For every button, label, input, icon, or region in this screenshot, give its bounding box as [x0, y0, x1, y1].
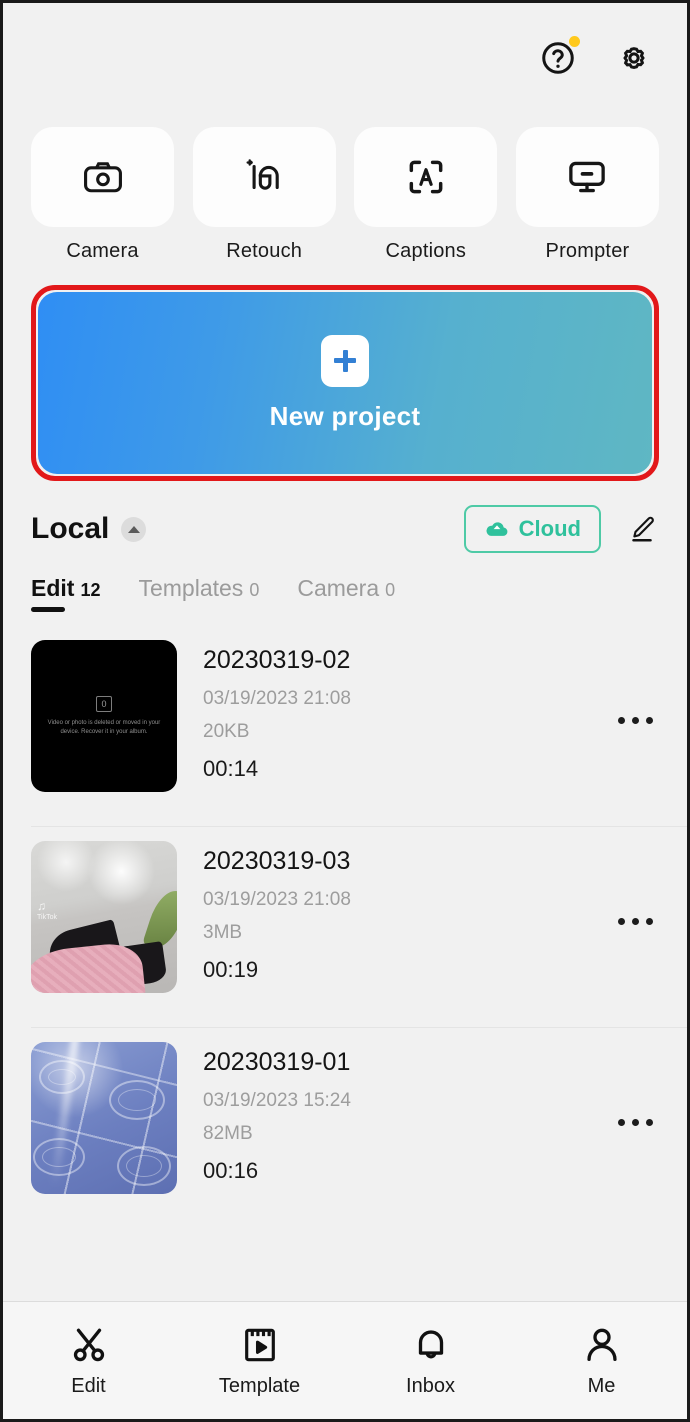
nav-item-edit[interactable]: Edit: [29, 1324, 149, 1398]
tab-templates[interactable]: Templates 0: [138, 575, 259, 616]
project-meta: 20230319-02 03/19/2023 21:08 20KB 00:14: [177, 640, 607, 782]
missing-media-message: Video or photo is deleted or moved in yo…: [47, 719, 161, 735]
thumbnail-medallion: [39, 1060, 85, 1094]
table-row[interactable]: ♫ TikTok 20230319-03 03/19/2023 21:08 3M…: [3, 827, 687, 1027]
cloud-button-label: Cloud: [518, 516, 581, 541]
project-thumbnail[interactable]: 0 Video or photo is deleted or moved in …: [31, 640, 177, 792]
prompter-icon: [569, 161, 606, 193]
nav-item-inbox-label: Inbox: [406, 1374, 455, 1397]
project-duration: 00:19: [203, 957, 259, 982]
project-thumbnail[interactable]: [31, 1042, 177, 1194]
person-icon: [586, 1328, 617, 1361]
project-list[interactable]: 0 Video or photo is deleted or moved in …: [3, 616, 687, 1301]
retouch-icon: [246, 159, 279, 190]
project-size: 3MB: [203, 922, 243, 943]
tab-templates-count: 0: [249, 580, 260, 600]
quick-action-retouch-tile[interactable]: [192, 127, 336, 227]
library-header: Local Cloud: [3, 481, 687, 553]
library-collapse-button[interactable]: [121, 516, 147, 542]
tab-edit-count: 12: [80, 580, 101, 600]
new-project-label: New project: [269, 400, 421, 431]
nav-item-template-label: Template: [218, 1374, 301, 1397]
settings-button[interactable]: [611, 35, 657, 81]
quick-action-captions-label: Captions: [385, 240, 467, 262]
quick-action-captions-tile[interactable]: [354, 127, 498, 227]
help-notification-badge: [569, 36, 580, 47]
quick-action-camera[interactable]: Camera: [31, 127, 174, 263]
music-note-icon: ♫: [37, 899, 46, 913]
project-more-button[interactable]: [607, 692, 663, 748]
captions-icon: [409, 160, 443, 194]
pencil-icon: [632, 516, 654, 542]
chevron-up-icon: [127, 525, 140, 533]
quick-action-camera-tile[interactable]: [31, 127, 174, 227]
scissors-icon: [73, 1328, 104, 1361]
tab-camera[interactable]: Camera 0: [297, 575, 395, 616]
project-datetime: 03/19/2023 21:08: [203, 688, 351, 709]
project-datetime: 03/19/2023 15:24: [203, 1090, 351, 1111]
tab-camera-label: Camera: [297, 575, 380, 601]
quick-action-retouch-label: Retouch: [226, 240, 303, 262]
quick-actions-row: Camera Retouch Captions Prompter: [3, 113, 687, 263]
tiktok-watermark: ♫ TikTok: [37, 899, 57, 923]
cloud-upload-icon: [486, 522, 508, 536]
new-project-highlight: New project: [31, 285, 659, 481]
project-size: 20KB: [203, 721, 250, 742]
nav-item-inbox[interactable]: Inbox: [371, 1324, 491, 1398]
quick-action-prompter[interactable]: Prompter: [515, 127, 659, 263]
quick-action-camera-label: Camera: [66, 240, 139, 262]
tab-templates-label: Templates: [138, 575, 244, 601]
library-tabs: Edit 12 Templates 0 Camera 0: [3, 553, 687, 616]
new-project-button[interactable]: New project: [38, 292, 652, 474]
bottom-navigation: Edit Template Inbox Me: [3, 1301, 687, 1419]
more-horizontal-icon: [617, 716, 625, 724]
nav-item-me-label: Me: [587, 1374, 616, 1397]
bell-icon: [418, 1329, 443, 1358]
library-edit-button[interactable]: [625, 511, 659, 547]
project-title: 20230319-01: [203, 1048, 351, 1076]
cloud-button[interactable]: Cloud: [463, 505, 601, 553]
gear-icon: [623, 47, 645, 70]
quick-action-prompter-label: Prompter: [545, 240, 630, 262]
project-more-button[interactable]: [607, 893, 663, 949]
missing-media-icon: 0: [96, 695, 112, 712]
quick-action-prompter-tile[interactable]: [515, 127, 659, 227]
thumbnail-blanket: [31, 940, 146, 993]
film-card-icon: [244, 1328, 275, 1361]
nav-item-me[interactable]: Me: [542, 1324, 662, 1398]
project-duration: 00:16: [203, 1158, 259, 1183]
table-row[interactable]: 0 Video or photo is deleted or moved in …: [3, 626, 687, 826]
top-bar: [3, 3, 687, 113]
plus-icon: [321, 334, 369, 387]
nav-item-template[interactable]: Template: [200, 1324, 320, 1398]
project-meta: 20230319-01 03/19/2023 15:24 82MB 00:16: [177, 1042, 607, 1184]
project-title: 20230319-03: [203, 847, 351, 875]
more-horizontal-icon: [617, 917, 625, 925]
library-title: Local: [31, 512, 110, 545]
nav-item-edit-label: Edit: [71, 1374, 106, 1397]
project-meta: 20230319-03 03/19/2023 21:08 3MB 00:19: [177, 841, 607, 983]
tab-camera-count: 0: [385, 580, 396, 600]
more-horizontal-icon: [617, 1118, 625, 1126]
project-size: 82MB: [203, 1123, 253, 1144]
thumbnail-medallion: [109, 1080, 165, 1120]
tab-edit[interactable]: Edit 12: [31, 575, 100, 616]
table-row[interactable]: 20230319-01 03/19/2023 15:24 82MB 00:16: [3, 1028, 687, 1228]
camera-icon: [83, 162, 122, 193]
tiktok-watermark-label: TikTok: [37, 914, 57, 921]
project-datetime: 03/19/2023 21:08: [203, 889, 351, 910]
help-button[interactable]: [535, 35, 581, 81]
app-screen: Camera Retouch Captions Prompter New pro…: [0, 0, 690, 1422]
project-more-button[interactable]: [607, 1094, 663, 1150]
quick-action-retouch[interactable]: Retouch: [192, 127, 336, 263]
thumbnail-medallion: [117, 1146, 171, 1186]
quick-action-captions[interactable]: Captions: [354, 127, 498, 263]
tab-edit-label: Edit: [31, 575, 75, 601]
project-thumbnail[interactable]: ♫ TikTok: [31, 841, 177, 993]
project-title: 20230319-02: [203, 646, 351, 674]
project-duration: 00:14: [203, 756, 259, 781]
